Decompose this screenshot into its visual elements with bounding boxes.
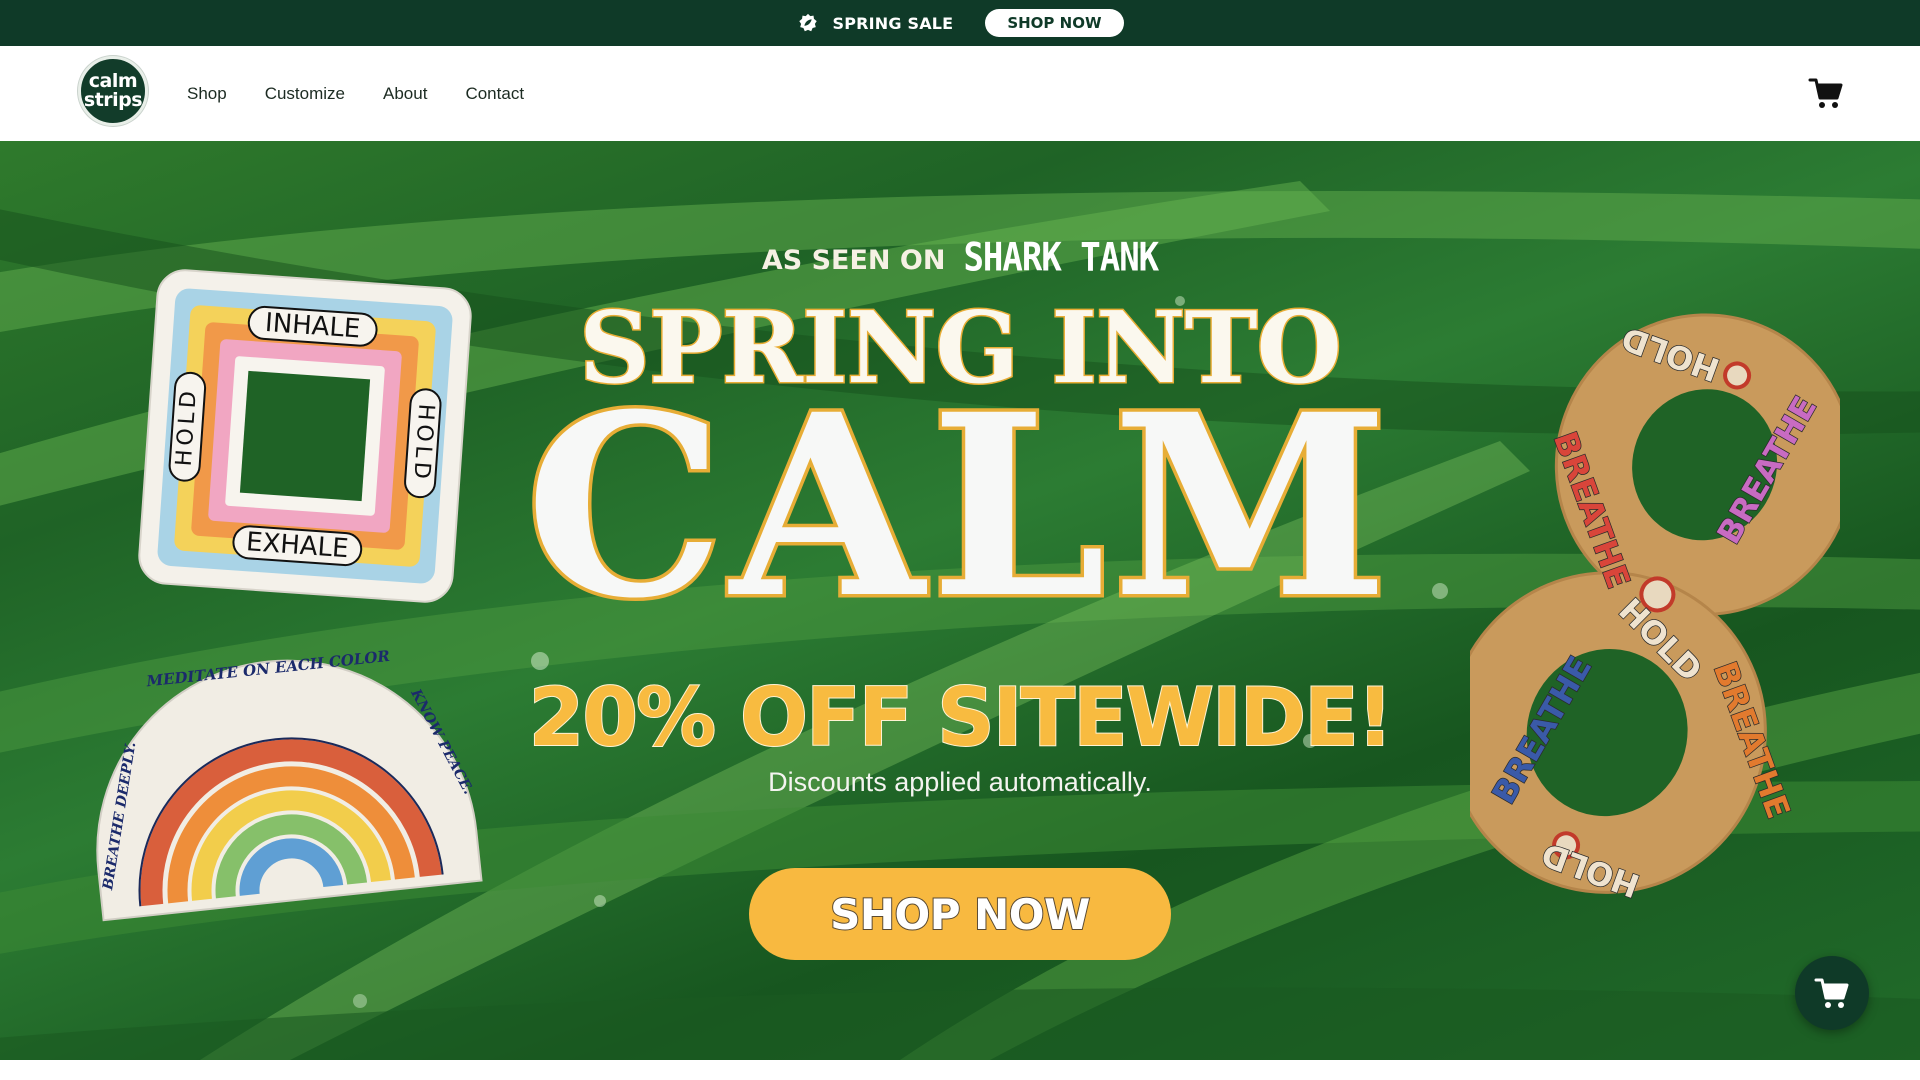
hero-content: AS SEEN ON SHARK TANK SPRING INTO CALM 2…: [0, 141, 1920, 1060]
cart-icon: [1813, 976, 1851, 1010]
headline-calm: CALM: [522, 359, 1395, 653]
announcement-label: SPRING SALE: [832, 13, 954, 33]
main-nav: calm strips Shop Customize About Contact: [0, 46, 1920, 141]
nav-item-contact[interactable]: Contact: [465, 84, 524, 104]
logo-text-strips: strips: [83, 89, 143, 111]
offer-headline: 20% OFF SITEWIDE!: [528, 670, 1395, 765]
leaf-badge-icon: [796, 11, 820, 35]
shark-tank-logo: SHARK TANK: [963, 235, 1159, 281]
nav-item-about[interactable]: About: [383, 84, 427, 104]
as-seen-on: AS SEEN ON SHARK TANK: [0, 235, 1920, 281]
announcement-bar: SPRING SALE SHOP NOW: [0, 0, 1920, 46]
hero-shop-now-button[interactable]: SHOP NOW: [749, 868, 1171, 960]
nav-item-shop[interactable]: Shop: [187, 84, 227, 104]
hero-shop-now-label: SHOP NOW: [829, 889, 1091, 940]
hero-banner: INHALE EXHALE HOLD HOLD MEDITATE ON EACH…: [0, 141, 1920, 1060]
as-seen-on-text: AS SEEN ON: [761, 245, 946, 276]
calm-strips-logo[interactable]: calm strips: [78, 56, 148, 126]
cart-icon[interactable]: [1808, 76, 1844, 110]
nav-menu: Shop Customize About Contact: [187, 46, 524, 141]
floating-cart-button[interactable]: [1795, 956, 1869, 1030]
offer-subtext: Discounts applied automatically.: [768, 767, 1152, 797]
nav-item-customize[interactable]: Customize: [265, 84, 345, 104]
announcement-shop-now-button[interactable]: SHOP NOW: [985, 9, 1124, 37]
